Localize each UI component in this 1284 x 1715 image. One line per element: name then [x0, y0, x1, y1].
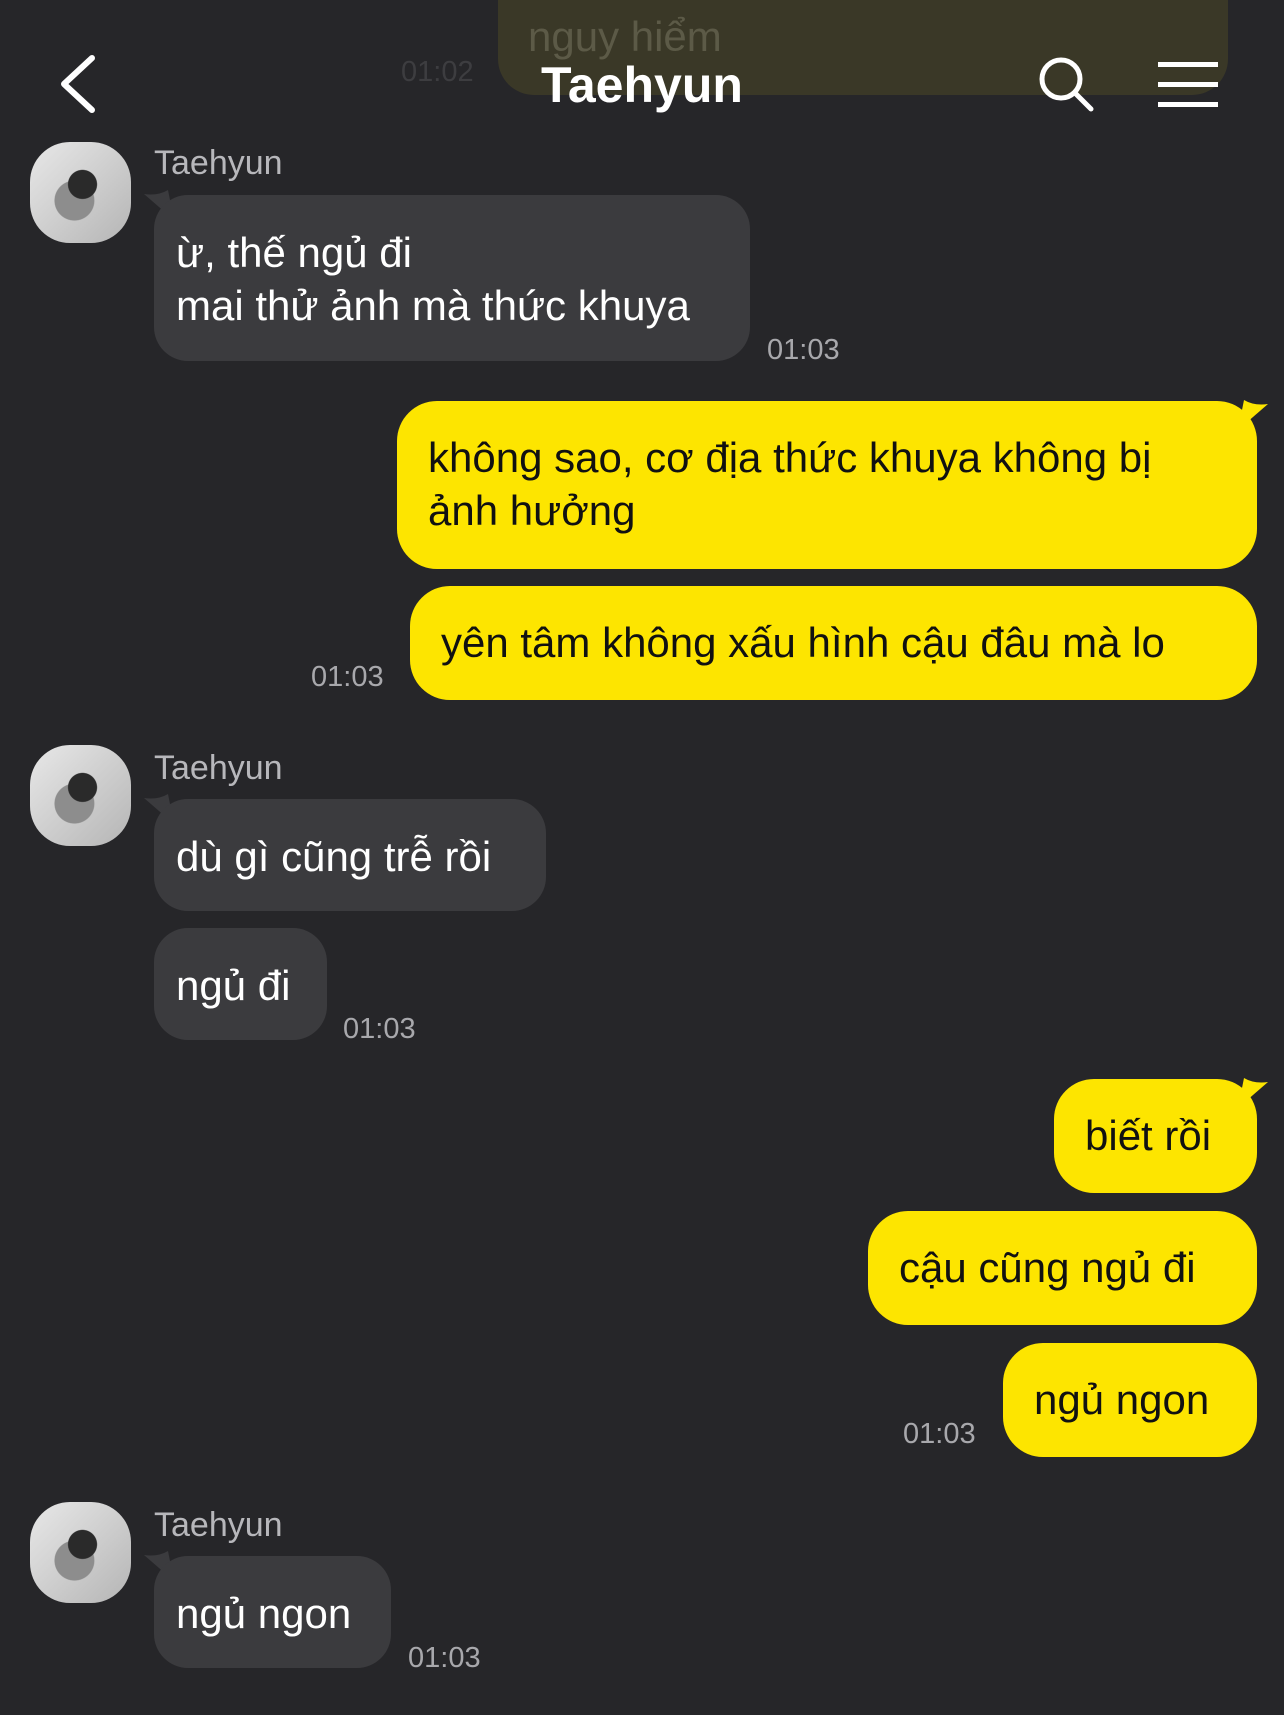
- search-icon: [1039, 57, 1094, 112]
- message-time: 01:03: [767, 334, 840, 366]
- message-bubble[interactable]: ngủ đi: [154, 928, 327, 1040]
- message-bubble[interactable]: yên tâm không xấu hình cậu đâu mà lo: [410, 586, 1257, 700]
- message-bubble[interactable]: ngủ ngon: [154, 1556, 391, 1668]
- chat-screen: nguy hiểm 01:02 Taehyun Taehyun ừ, thế n…: [0, 0, 1284, 1715]
- message-bubble[interactable]: không sao, cơ địa thức khuya không bị ản…: [397, 401, 1257, 569]
- message-text: cậu cũng ngủ đi: [899, 1244, 1196, 1291]
- message-time: 01:03: [343, 1013, 416, 1045]
- message-text-line: mai thử ảnh mà thức khuya: [176, 282, 690, 329]
- message-time: 01:03: [903, 1418, 976, 1450]
- message-text: biết rồi: [1085, 1112, 1212, 1159]
- sender-name: Taehyun: [154, 1506, 283, 1544]
- search-button[interactable]: [1036, 54, 1096, 114]
- message-bubble[interactable]: ngủ ngon: [1003, 1343, 1257, 1457]
- message-text: dù gì cũng trễ rồi: [176, 833, 492, 880]
- message-time: 01:03: [408, 1642, 481, 1674]
- message-text: ngủ ngon: [1034, 1376, 1210, 1423]
- message-text-line: ảnh hưởng: [428, 487, 636, 534]
- message-bubble[interactable]: dù gì cũng trễ rồi: [154, 799, 546, 911]
- hamburger-menu-icon: [1158, 62, 1218, 107]
- menu-button[interactable]: [1156, 60, 1220, 110]
- message-bubble[interactable]: ừ, thế ngủ đi mai thử ảnh mà thức khuya: [154, 195, 750, 361]
- message-text: ngủ đi: [176, 962, 291, 1009]
- sender-name: Taehyun: [154, 144, 283, 182]
- message-text: yên tâm không xấu hình cậu đâu mà lo: [441, 619, 1165, 666]
- message-time: 01:03: [311, 661, 384, 693]
- message-text-line: không sao, cơ địa thức khuya không bị: [428, 434, 1152, 481]
- avatar[interactable]: [30, 745, 131, 846]
- avatar[interactable]: [30, 142, 131, 243]
- message-text: ngủ ngon: [176, 1590, 352, 1637]
- message-text-line: ừ, thế ngủ đi: [176, 229, 412, 276]
- message-bubble[interactable]: biết rồi: [1054, 1079, 1257, 1193]
- sender-name: Taehyun: [154, 749, 283, 787]
- avatar[interactable]: [30, 1502, 131, 1603]
- message-bubble[interactable]: cậu cũng ngủ đi: [868, 1211, 1257, 1325]
